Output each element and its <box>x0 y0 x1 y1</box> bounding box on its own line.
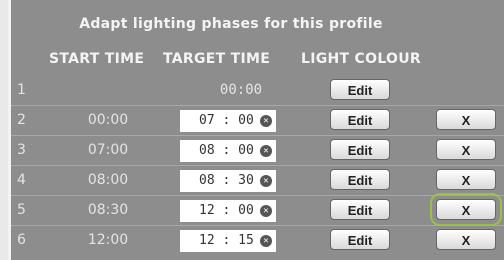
table-row: 6 12:00 12 : 15 ✕ Edit X <box>11 226 504 255</box>
target-time-input[interactable]: 08 : 00 ✕ <box>180 140 276 162</box>
row-number: 4 <box>17 172 26 188</box>
delete-phase-button[interactable]: X <box>436 109 496 130</box>
edit-colour-button[interactable]: Edit <box>330 169 390 190</box>
row-number: 6 <box>17 232 26 248</box>
target-time-input[interactable]: 08 : 30 ✕ <box>180 170 276 192</box>
start-time: 07:00 <box>87 142 129 158</box>
clear-circle-icon[interactable]: ✕ <box>260 205 272 217</box>
delete-phase-button[interactable]: X <box>436 169 496 190</box>
table-row: 2 00:00 07 : 00 ✕ Edit X <box>11 106 504 135</box>
table-row: 1 00:00 Edit <box>11 76 504 105</box>
edit-colour-button[interactable]: Edit <box>330 199 390 220</box>
clear-circle-icon[interactable]: ✕ <box>260 175 272 187</box>
target-time-input[interactable]: 07 : 00 ✕ <box>180 110 276 132</box>
target-time-input[interactable]: 12 : 15 ✕ <box>180 230 276 252</box>
left-strip <box>0 0 8 260</box>
target-time-value: 07 : 00 <box>199 113 254 128</box>
clear-circle-icon[interactable]: ✕ <box>260 145 272 157</box>
clear-circle-icon[interactable]: ✕ <box>260 115 272 127</box>
edit-colour-button[interactable]: Edit <box>330 139 390 160</box>
delete-phase-button[interactable]: X <box>436 229 496 250</box>
target-time-value: 12 : 00 <box>199 203 254 218</box>
column-header-light-colour: LIGHT COLOUR <box>301 51 422 67</box>
clear-circle-icon[interactable]: ✕ <box>260 235 272 247</box>
target-time-value: 12 : 15 <box>199 233 254 248</box>
panel-title: Adapt lighting phases for this profile <box>79 16 383 32</box>
target-time-readonly: 00:00 <box>219 82 263 98</box>
row-number: 1 <box>17 82 26 98</box>
table-row: 3 07:00 08 : 00 ✕ Edit X <box>11 136 504 165</box>
row-number: 5 <box>17 202 26 218</box>
start-time: 12:00 <box>87 232 129 248</box>
edit-colour-button[interactable]: Edit <box>330 229 390 250</box>
start-time: 08:30 <box>87 202 129 218</box>
target-time-value: 08 : 00 <box>199 143 254 158</box>
delete-phase-button[interactable]: X <box>436 139 496 160</box>
delete-phase-button[interactable]: X <box>430 193 502 226</box>
row-number: 3 <box>17 142 26 158</box>
start-time: 08:00 <box>87 172 129 188</box>
edit-colour-button[interactable]: Edit <box>330 79 390 100</box>
row-number: 2 <box>17 112 26 128</box>
target-time-input[interactable]: 12 : 00 ✕ <box>180 200 276 222</box>
table-row: 5 08:30 12 : 00 ✕ Edit X <box>11 193 504 226</box>
lighting-phases-panel: Adapt lighting phases for this profile S… <box>11 0 504 260</box>
target-time-value: 08 : 30 <box>199 173 254 188</box>
column-header-target-time: TARGET TIME <box>163 51 271 67</box>
start-time: 00:00 <box>87 112 129 128</box>
edit-colour-button[interactable]: Edit <box>330 109 390 130</box>
table-row: 4 08:00 08 : 30 ✕ Edit X <box>11 166 504 195</box>
column-header-start-time: START TIME <box>49 51 145 67</box>
